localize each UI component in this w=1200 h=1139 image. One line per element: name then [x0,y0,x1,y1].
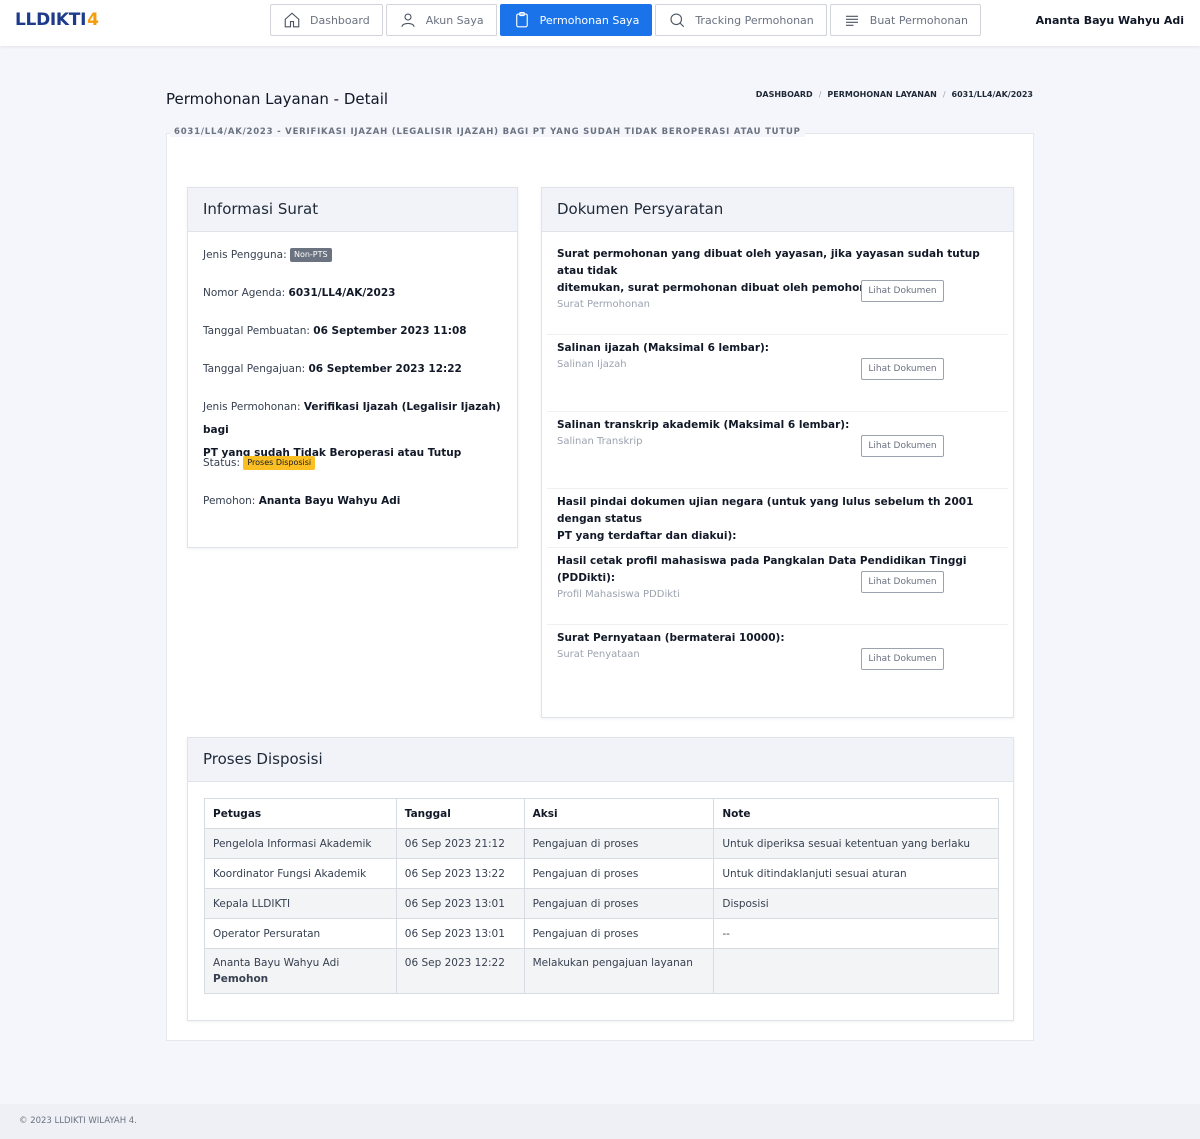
table-header-row: Petugas Tanggal Aksi Note [204,798,999,829]
document-item: Surat Pernyataan (bermaterai 10000): Sur… [547,630,1008,702]
home-icon [284,12,300,28]
table-row: Pengelola Informasi Akademik 06 Sep 2023… [204,828,999,859]
search-icon [670,13,685,28]
document-item: Salinan transkrip akademik (Maksimal 6 l… [547,417,1008,489]
breadcrumb-current: 6031/LL4/AK/2023 [951,90,1033,99]
nav-buat-permohonan[interactable]: Buat Permohonan [829,4,982,36]
fieldset-legend: 6031/LL4/AK/2023 - VERIFIKASI IJAZAH (LE… [170,127,805,137]
jenis-pengguna-row: Jenis Pengguna: Non-PTS [203,244,503,267]
lihat-dokumen-button[interactable]: Lihat Dokumen [861,435,944,457]
lihat-dokumen-button[interactable]: Lihat Dokumen [861,358,944,380]
document-item: Hasil pindai dokumen ujian negara (untuk… [547,494,1008,548]
nav-tracking-permohonan[interactable]: Tracking Permohonan [655,4,827,36]
lihat-dokumen-button[interactable]: Lihat Dokumen [861,648,944,670]
user-icon [401,13,415,27]
tanggal-pembuatan-row: Tanggal Pembuatan: 06 September 2023 11:… [203,325,467,337]
card-title: Informasi Surat [188,188,517,232]
table-row: Ananta Bayu Wahyu Adi Pemohon 06 Sep 202… [204,948,999,994]
card-title: Dokumen Persyaratan [542,188,1013,232]
proses-disposisi-card: Proses Disposisi Petugas Tanggal Aksi No… [187,737,1014,1021]
top-navbar: LLDIKTI4 Dashboard Akun Saya Permohonan … [0,0,1200,46]
nav-akun-saya[interactable]: Akun Saya [385,4,497,36]
document-item: Hasil cetak profil mahasiswa pada Pangka… [547,553,1008,625]
nav-label: Permohonan Saya [539,13,640,27]
user-name[interactable]: Ananta Bayu Wahyu Adi [1036,14,1184,27]
breadcrumb-separator: / [942,90,946,99]
breadcrumb: DASHBOARD / PERMOHONAN LAYANAN / 6031/LL… [756,90,1033,99]
informasi-surat-card: Informasi Surat Jenis Pengguna: Non-PTS … [187,187,518,548]
breadcrumb-dashboard[interactable]: DASHBOARD [756,90,813,99]
column-header: Note [713,798,999,829]
nav-label: Buat Permohonan [869,13,969,27]
main-nav: Dashboard Akun Saya Permohonan Saya Trac… [270,4,982,36]
breadcrumb-separator: / [818,90,822,99]
nav-label: Tracking Permohonan [695,13,814,27]
nomor-agenda-row: Nomor Agenda: 6031/LL4/AK/2023 [203,287,396,299]
table-row: Kepala LLDIKTI 06 Sep 2023 13:01 Pengaju… [204,888,999,919]
lihat-dokumen-button[interactable]: Lihat Dokumen [861,280,944,302]
status-row: Status: Proses Disposisi [203,452,503,475]
card-title: Proses Disposisi [188,738,1013,782]
column-header: Petugas [204,798,397,829]
user-type-badge: Non-PTS [289,248,332,262]
disposisi-table: Petugas Tanggal Aksi Note Pengelola Info… [204,798,999,994]
nav-permohonan-saya[interactable]: Permohonan Saya [499,4,653,36]
tanggal-pengajuan-row: Tanggal Pengajuan: 06 September 2023 12:… [203,363,462,375]
clipboard-icon [515,11,528,28]
copyright-text: © 2023 LLDIKTI WILAYAH 4. [19,1116,137,1126]
table-row: Operator Persuratan 06 Sep 2023 13:01 Pe… [204,918,999,949]
nav-dashboard[interactable]: Dashboard [270,4,383,36]
menu-lines-icon [845,15,858,26]
dokumen-persyaratan-card: Dokumen Persyaratan Surat permohonan yan… [541,187,1014,718]
pemohon-row: Pemohon: Ananta Bayu Wahyu Adi [203,495,401,507]
page-title: Permohonan Layanan - Detail [166,90,389,108]
document-item: Surat permohonan yang dibuat oleh yayasa… [547,246,1008,335]
lihat-dokumen-button[interactable]: Lihat Dokumen [861,571,944,593]
nav-label: Dashboard [310,13,370,27]
table-row: Koordinator Fungsi Akademik 06 Sep 2023 … [204,858,999,889]
column-header: Tanggal [395,798,525,829]
document-item: Salinan ijazah (Maksimal 6 lembar): Sali… [547,340,1008,412]
status-badge: Proses Disposisi [243,456,316,470]
brand-logo[interactable]: LLDIKTI4 [15,10,99,30]
breadcrumb-permohonan-layanan[interactable]: PERMOHONAN LAYANAN [827,90,936,99]
footer: © 2023 LLDIKTI WILAYAH 4. [0,1104,1200,1139]
nav-label: Akun Saya [425,13,484,27]
column-header: Aksi [523,798,715,829]
